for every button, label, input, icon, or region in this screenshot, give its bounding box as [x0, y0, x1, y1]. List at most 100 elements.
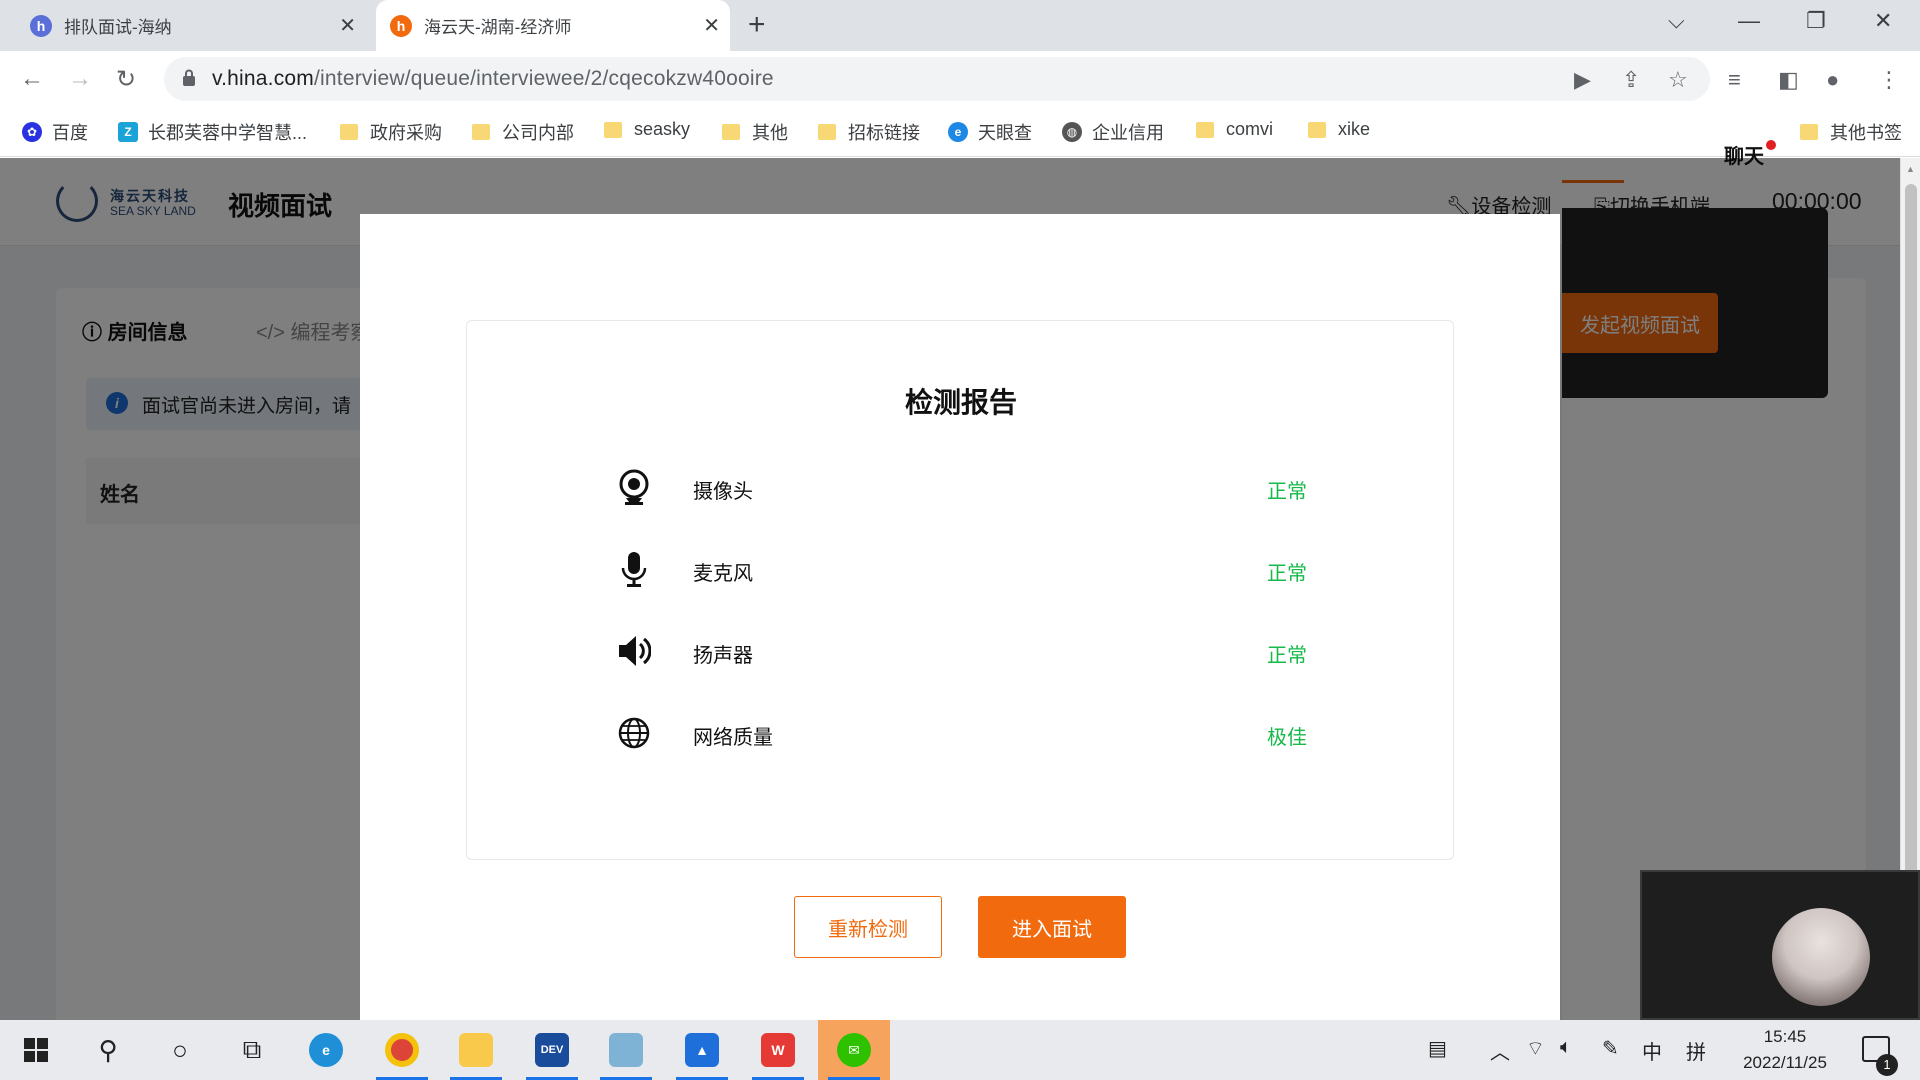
- check-row-speaker: 扬声器 正常: [617, 631, 1307, 671]
- address-bar[interactable]: v.hina.com/interview/queue/interviewee/2…: [164, 57, 1710, 101]
- close-window-icon[interactable]: ✕: [1874, 8, 1892, 34]
- ime-language-indicator[interactable]: 中: [1642, 1036, 1662, 1065]
- bookmark-star-icon[interactable]: ☆: [1668, 67, 1688, 93]
- browser-menu-icon[interactable]: ⋮: [1878, 67, 1900, 93]
- clock-time: 15:45: [1763, 1027, 1807, 1046]
- tab-search-chevron-icon[interactable]: ⌵: [1668, 8, 1685, 34]
- bookmark-folder-other[interactable]: 其他: [722, 119, 788, 145]
- ime-mode-indicator[interactable]: 拼: [1686, 1036, 1706, 1065]
- check-row-microphone: 麦克风 正常: [617, 549, 1307, 589]
- folder-icon: [472, 124, 490, 140]
- notebook-app-icon[interactable]: [590, 1020, 662, 1080]
- bookmark-folder-bidding[interactable]: 招标链接: [818, 119, 920, 145]
- browser-tab-2-active[interactable]: h 海云天-湖南-经济师 ✕: [376, 0, 730, 51]
- minimize-icon[interactable]: —: [1738, 8, 1760, 34]
- enter-interview-button[interactable]: 进入面试: [978, 896, 1126, 958]
- bookmark-folder-procurement[interactable]: 政府采购: [340, 119, 442, 145]
- widgets-icon[interactable]: ▤: [1428, 1036, 1447, 1061]
- close-tab-icon[interactable]: ✕: [703, 13, 720, 38]
- photos-app-icon[interactable]: ▲: [666, 1020, 738, 1080]
- check-status: 正常: [1267, 645, 1307, 667]
- wifi-icon[interactable]: ⌔: [1526, 1036, 1545, 1061]
- check-label: 麦克风: [693, 563, 753, 585]
- wechat-icon[interactable]: ✉︎: [818, 1020, 890, 1080]
- browser-tab-bar: h 排队面试-海纳 ✕ h 海云天-湖南-经济师 ✕ + ⌵ — ❐ ✕: [0, 0, 1920, 51]
- globe-icon: ◍: [1062, 122, 1082, 142]
- camera-feed-image: [1772, 908, 1870, 1006]
- check-status: 正常: [1267, 481, 1307, 503]
- check-row-network: 网络质量 极佳: [617, 713, 1307, 753]
- lock-icon: [183, 69, 195, 86]
- profile-avatar-icon[interactable]: ●: [1826, 67, 1839, 93]
- bookmark-other-bookmarks[interactable]: 其他书签: [1800, 119, 1902, 145]
- task-view-icon[interactable]: ⧉: [216, 1020, 288, 1080]
- browser-toolbar: ← → ↻ v.hina.com/interview/queue/intervi…: [0, 51, 1920, 107]
- report-title: 检测报告: [904, 387, 1017, 418]
- chrome-icon[interactable]: [366, 1020, 438, 1080]
- speaker-icon: [619, 636, 651, 666]
- baidu-paw-icon: ✿: [22, 122, 42, 142]
- tianyancha-icon: e: [948, 122, 968, 142]
- bookmark-folder-internal[interactable]: 公司内部: [472, 119, 574, 145]
- volume-icon[interactable]: 🔈︎: [1560, 1036, 1572, 1059]
- browser-tab-1[interactable]: h 排队面试-海纳 ✕: [18, 0, 366, 51]
- check-label: 扬声器: [693, 645, 753, 667]
- file-explorer-icon[interactable]: [440, 1020, 512, 1080]
- check-status: 极佳: [1267, 727, 1307, 749]
- bookmark-changjun[interactable]: Z 长郡芙蓉中学智慧...: [118, 119, 307, 145]
- folder-icon: [1196, 121, 1214, 138]
- bookmark-folder-xike[interactable]: xike: [1308, 119, 1370, 140]
- check-label: 摄像头: [693, 481, 753, 503]
- forward-icon[interactable]: →: [68, 65, 92, 93]
- device-check-modal: 检测报告 摄像头 正常 麦克风 正常 扬声器 正常 网络质量 极佳 重新检测 进…: [360, 214, 1560, 1020]
- folder-icon: [1308, 121, 1326, 138]
- bookmark-folder-comvi[interactable]: comvi: [1196, 119, 1273, 140]
- bookmark-folder-seasky[interactable]: seasky: [604, 119, 690, 140]
- bookmark-baidu[interactable]: ✿ 百度: [22, 119, 88, 145]
- unread-dot: [1766, 140, 1776, 150]
- school-icon: Z: [118, 122, 138, 142]
- check-label: 网络质量: [693, 727, 773, 749]
- microphone-icon: [621, 552, 647, 587]
- notification-count-badge: 1: [1876, 1054, 1898, 1076]
- folder-icon: [604, 121, 622, 138]
- start-windows-icon[interactable]: [0, 1020, 72, 1080]
- windows-taskbar: ⚲ ○ ⧉ e DEV ▲ W ✉︎ ▤ ︿ ⌔ 🔈︎ ✎ 中 拼 15:45 …: [0, 1020, 1920, 1080]
- folder-icon: [722, 124, 740, 140]
- hina-favicon-icon: h: [30, 14, 52, 37]
- camera-in-use-icon[interactable]: ▶: [1574, 67, 1591, 93]
- media-control-icon[interactable]: ≡: [1728, 67, 1741, 93]
- system-clock[interactable]: 15:45 2022/11/25: [1730, 1024, 1840, 1076]
- hina-favicon-icon: h: [390, 14, 412, 37]
- wps-office-icon[interactable]: W: [742, 1020, 814, 1080]
- check-row-camera: 摄像头 正常: [617, 467, 1307, 507]
- cortana-icon[interactable]: ○: [144, 1020, 216, 1080]
- edge-icon[interactable]: e: [290, 1020, 362, 1080]
- folder-icon: [1800, 124, 1818, 140]
- back-icon[interactable]: ←: [20, 65, 44, 93]
- report-card: 检测报告 摄像头 正常 麦克风 正常 扬声器 正常 网络质量 极佳: [466, 320, 1454, 860]
- check-status: 正常: [1267, 563, 1307, 585]
- webcam-icon: [619, 469, 649, 505]
- restore-icon[interactable]: ❐: [1806, 8, 1826, 34]
- url-text: v.hina.com/interview/queue/interviewee/2…: [212, 67, 774, 90]
- show-hidden-icons-chevron-icon[interactable]: ︿: [1490, 1036, 1510, 1065]
- retry-check-button[interactable]: 重新检测: [794, 896, 942, 958]
- side-panel-icon[interactable]: ◧: [1778, 67, 1799, 93]
- clock-date: 2022/11/25: [1743, 1053, 1827, 1072]
- folder-icon: [340, 124, 358, 140]
- pen-icon[interactable]: ✎: [1602, 1036, 1619, 1061]
- self-camera-preview: [1640, 870, 1920, 1020]
- close-tab-icon[interactable]: ✕: [339, 13, 356, 38]
- globe-icon: [618, 717, 650, 749]
- tab-title: 海云天-湖南-经济师: [424, 18, 572, 37]
- share-icon[interactable]: ⇪: [1622, 67, 1640, 93]
- scroll-up-icon[interactable]: ▲: [1906, 164, 1915, 174]
- devcpp-icon[interactable]: DEV: [516, 1020, 588, 1080]
- tab-title: 排队面试-海纳: [64, 18, 172, 37]
- bookmark-credit[interactable]: ◍ 企业信用: [1062, 119, 1164, 145]
- bookmark-tianyancha[interactable]: e 天眼查: [948, 119, 1032, 145]
- search-icon[interactable]: ⚲: [72, 1020, 144, 1080]
- new-tab-icon[interactable]: +: [748, 8, 766, 42]
- reload-icon[interactable]: ↻: [116, 65, 136, 94]
